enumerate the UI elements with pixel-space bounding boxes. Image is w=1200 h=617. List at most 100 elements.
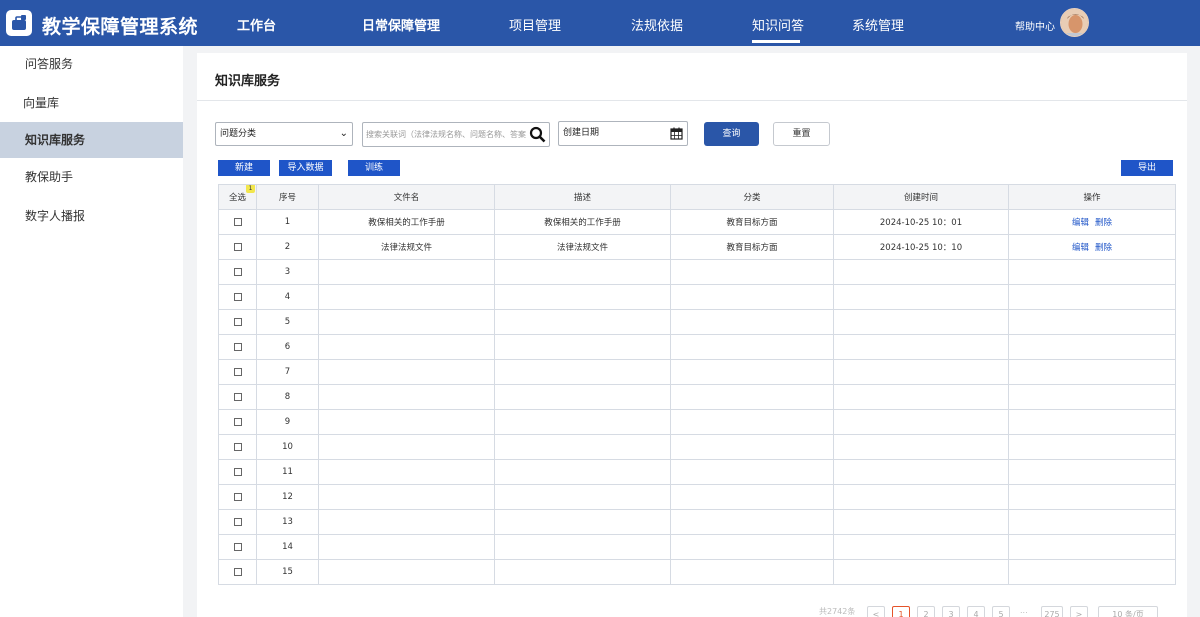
pagination-page-button[interactable]: 5	[992, 606, 1010, 617]
row-category	[670, 559, 834, 585]
nav-knowledge-qa[interactable]: 知识问答	[752, 15, 804, 34]
row-checkbox[interactable]	[233, 442, 242, 451]
date-picker[interactable]: 创建日期	[558, 121, 688, 146]
new-button[interactable]: 新建	[218, 160, 270, 176]
export-button[interactable]: 导出	[1121, 160, 1173, 176]
pagination-next-button[interactable]: >	[1070, 606, 1088, 617]
row-checkbox[interactable]	[233, 292, 242, 301]
table-header-row: 全选 1 序号 文件名 描述 分类 创建时间 操作	[218, 184, 1176, 210]
row-description	[494, 384, 671, 410]
row-checkbox[interactable]	[233, 567, 242, 576]
row-created-time	[833, 534, 1009, 560]
row-checkbox[interactable]	[233, 417, 242, 426]
pagination-page-button[interactable]: 1	[892, 606, 910, 617]
table-row: 7	[218, 359, 1176, 385]
row-filename	[318, 284, 495, 310]
row-filename	[318, 409, 495, 435]
row-checkbox[interactable]	[233, 242, 242, 251]
sidebar-item-digital-human[interactable]: 数字人播报	[0, 198, 183, 234]
edit-link[interactable]: 编辑	[1072, 243, 1089, 253]
row-category	[670, 334, 834, 360]
app-title: 教学保障管理系统	[42, 16, 199, 38]
row-created-time	[833, 459, 1009, 485]
nav-regulations[interactable]: 法规依据	[631, 15, 683, 34]
row-description: 法律法规文件	[494, 234, 671, 260]
row-description: 教保相关的工作手册	[494, 209, 671, 235]
sidebar-item-assistant[interactable]: 教保助手	[0, 159, 183, 195]
row-description	[494, 359, 671, 385]
nav-system-admin[interactable]: 系统管理	[852, 15, 904, 34]
row-description	[494, 509, 671, 535]
sidebar-item-knowledge-base[interactable]: 知识库服务	[0, 122, 183, 158]
row-checkbox[interactable]	[233, 467, 242, 476]
delete-link[interactable]: 删除	[1095, 243, 1112, 253]
table-row: 2 法律法规文件 法律法规文件 教育目标方面 2024-10-25 10：10 编辑 删除	[218, 234, 1176, 260]
row-created-time	[833, 484, 1009, 510]
row-filename	[318, 484, 495, 510]
row-index: 7	[256, 359, 319, 385]
row-select-cell	[218, 434, 257, 460]
search-icon[interactable]	[529, 126, 546, 143]
edit-link[interactable]: 编辑	[1072, 218, 1089, 228]
row-created-time	[833, 259, 1009, 285]
calendar-icon	[670, 127, 683, 140]
row-actions	[1008, 409, 1176, 435]
pagination-page-button[interactable]: 2	[917, 606, 935, 617]
row-checkbox[interactable]	[233, 542, 242, 551]
sidebar-item-qa-service[interactable]: 问答服务	[0, 46, 183, 82]
pagination-prev-button[interactable]: <	[867, 606, 885, 617]
page-size-select[interactable]: 10 条/页	[1098, 606, 1158, 617]
nav-projects[interactable]: 项目管理	[509, 15, 561, 34]
row-filename	[318, 259, 495, 285]
category-select[interactable]: 问题分类 ⌄	[215, 122, 353, 146]
row-category	[670, 509, 834, 535]
row-checkbox[interactable]	[233, 517, 242, 526]
row-index: 1	[256, 209, 319, 235]
row-index: 8	[256, 384, 319, 410]
table-row: 6	[218, 334, 1176, 360]
row-description	[494, 459, 671, 485]
row-actions	[1008, 259, 1176, 285]
delete-link[interactable]: 删除	[1095, 218, 1112, 228]
row-created-time	[833, 359, 1009, 385]
row-checkbox[interactable]	[233, 342, 242, 351]
pagination-page-button[interactable]: 4	[967, 606, 985, 617]
row-filename	[318, 309, 495, 335]
select-all-label: 全选	[228, 193, 246, 203]
search-placeholder: 搜索关联词（法律法规名称、问题名称、答案	[366, 130, 526, 139]
row-created-time	[833, 284, 1009, 310]
select-all-header[interactable]: 全选 1	[218, 184, 257, 210]
avatar[interactable]	[1060, 8, 1089, 37]
reset-button[interactable]: 重置	[773, 122, 830, 146]
help-center-link[interactable]: 帮助中心	[1015, 18, 1055, 33]
table-row: 4	[218, 284, 1176, 310]
row-select-cell	[218, 484, 257, 510]
chevron-down-icon: ⌄	[339, 128, 348, 139]
table-row: 5	[218, 309, 1176, 335]
nav-daily-support[interactable]: 日常保障管理	[362, 15, 440, 34]
pagination-page-button[interactable]: 275	[1041, 606, 1063, 617]
sidebar-item-vector-store[interactable]: 向量库	[0, 85, 183, 121]
briefcase-icon	[12, 15, 26, 30]
row-checkbox[interactable]	[233, 217, 242, 226]
row-checkbox[interactable]	[233, 367, 242, 376]
query-button[interactable]: 查询	[704, 122, 759, 146]
pagination-page-button[interactable]: 3	[942, 606, 960, 617]
table-row: 13	[218, 509, 1176, 535]
train-button[interactable]: 训练	[348, 160, 400, 176]
row-filename	[318, 334, 495, 360]
search-input[interactable]: 搜索关联词（法律法规名称、问题名称、答案	[362, 122, 550, 147]
table-row: 10	[218, 434, 1176, 460]
row-filename	[318, 459, 495, 485]
row-actions: 编辑 删除	[1008, 234, 1176, 260]
main-panel: 知识库服务 问题分类 ⌄ 搜索关联词（法律法规名称、问题名称、答案 创建日期 查…	[197, 53, 1187, 617]
row-index: 4	[256, 284, 319, 310]
row-checkbox[interactable]	[233, 267, 242, 276]
nav-workbench[interactable]: 工作台	[237, 15, 276, 34]
row-description	[494, 259, 671, 285]
import-data-button[interactable]: 导入数据	[279, 160, 332, 176]
row-checkbox[interactable]	[233, 492, 242, 501]
title-divider	[197, 100, 1187, 101]
row-checkbox[interactable]	[233, 317, 242, 326]
row-checkbox[interactable]	[233, 392, 242, 401]
